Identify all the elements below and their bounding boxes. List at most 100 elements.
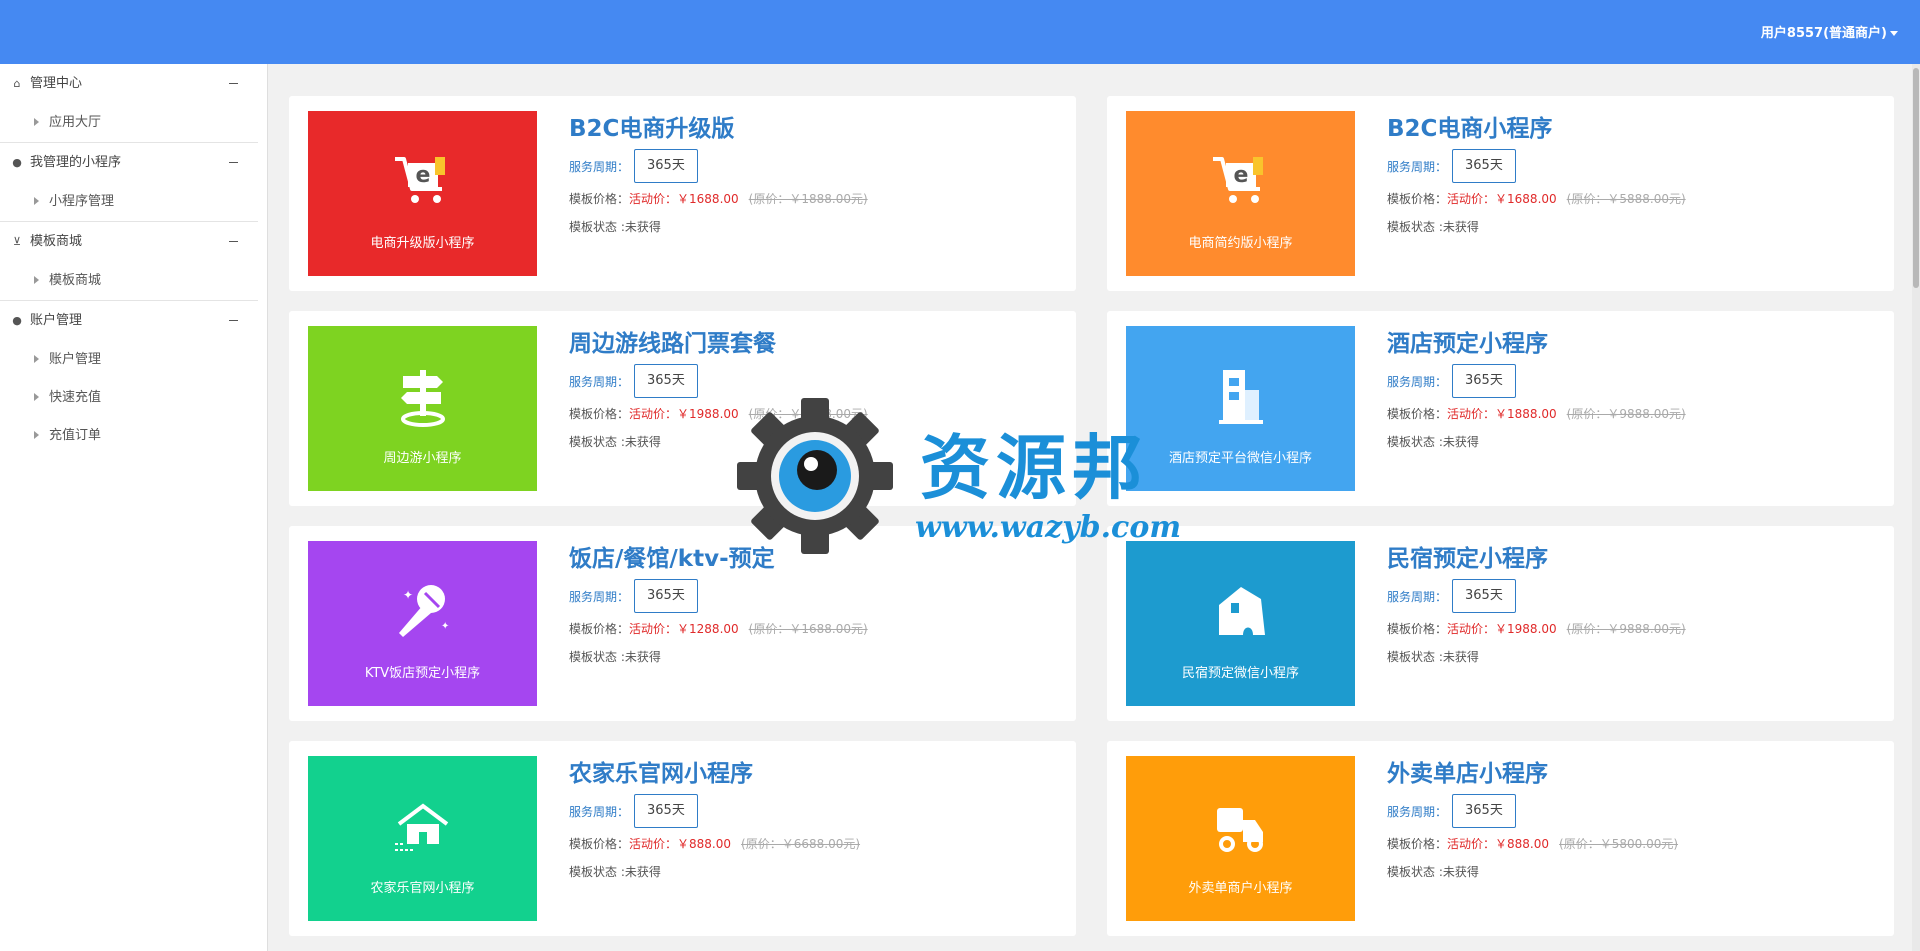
template-status: 模板状态 :未获得: [1387, 218, 1884, 235]
period-label: 服务周期：: [1387, 374, 1448, 389]
sidebar-group-label: 模板商城: [30, 234, 83, 249]
user-icon: ●: [12, 314, 22, 327]
status-value: 未获得: [624, 435, 661, 449]
template-status: 模板状态 :未获得: [1387, 433, 1884, 450]
template-thumbnail[interactable]: e 电商简约版小程序: [1126, 111, 1355, 276]
collapse-icon[interactable]: [229, 83, 238, 84]
collapse-icon[interactable]: [229, 320, 238, 321]
period-option-button[interactable]: 365天: [1452, 364, 1516, 398]
guesthouse-icon: [1126, 579, 1355, 647]
service-period: 服务周期： 365天: [569, 579, 1066, 615]
template-title[interactable]: 酒店预定小程序: [1387, 329, 1884, 359]
period-option-button[interactable]: 365天: [634, 149, 698, 183]
sidebar-group-header[interactable]: ● 我管理的小程序: [0, 143, 258, 183]
template-title[interactable]: B2C电商小程序: [1387, 114, 1884, 144]
template-title[interactable]: 周边游线路门票套餐: [569, 329, 1066, 359]
thumbnail-label: 外卖单商户小程序: [1188, 881, 1293, 896]
template-status: 模板状态 :未获得: [569, 218, 1066, 235]
template-thumbnail[interactable]: 酒店预定平台微信小程序: [1126, 326, 1355, 491]
service-period: 服务周期： 365天: [569, 364, 1066, 400]
price-label: 模板价格：: [1387, 407, 1448, 421]
template-card: ✦ ✦ KTV饭店预定小程序 饭店/餐馆/ktv-预定 服务周期： 365天 模板价格：活动…: [289, 526, 1076, 721]
template-card: 民宿预定微信小程序 民宿预定小程序 服务周期： 365天 模板价格：活动价：￥1988.…: [1107, 526, 1894, 721]
template-title[interactable]: 饭店/餐馆/ktv-预定: [569, 544, 1066, 574]
template-title[interactable]: 民宿预定小程序: [1387, 544, 1884, 574]
template-card: 酒店预定平台微信小程序 酒店预定小程序服务周期： 365天模板价格：活动价：￥188…: [1107, 311, 1894, 506]
sidebar-group: ● 我管理的小程序 小程序管理: [0, 143, 258, 222]
original-price: (原价：￥2888.00元): [748, 407, 868, 421]
service-period: 服务周期： 365天: [1387, 579, 1884, 615]
original-price: (原价：￥1688.00元): [748, 622, 868, 636]
sidebar-item[interactable]: 账户管理: [0, 341, 258, 379]
template-thumbnail[interactable]: 周边游小程序: [308, 326, 537, 491]
status-value: 未获得: [1442, 220, 1479, 234]
template-title[interactable]: 外卖单店小程序: [1387, 759, 1884, 789]
thumbnail-label: 民宿预定微信小程序: [1181, 666, 1299, 681]
signpost-icon: [308, 364, 537, 432]
template-thumbnail[interactable]: e 电商升级版小程序: [308, 111, 537, 276]
page-scrollbar[interactable]: [1912, 64, 1920, 951]
activity-price: ￥1988.00: [1495, 622, 1557, 636]
caret-right-icon: [34, 275, 39, 284]
original-price: (原价：￥9888.00元): [1566, 622, 1686, 636]
service-period: 服务周期： 365天: [1387, 149, 1884, 185]
period-label: 服务周期：: [569, 374, 630, 389]
home-icon: ⌂: [13, 77, 21, 90]
activity-label: 活动价：: [629, 622, 678, 636]
sidebar-item[interactable]: 应用大厅: [0, 104, 258, 142]
collapse-icon[interactable]: [229, 241, 238, 242]
caret-right-icon: [34, 430, 39, 439]
sidebar-item-label: 模板商城: [49, 273, 102, 288]
thumbnail-label: 电商简约版小程序: [1188, 236, 1293, 251]
thumbnail-label: 周边游小程序: [383, 451, 462, 466]
period-label: 服务周期：: [1387, 589, 1448, 604]
period-label: 服务周期：: [569, 589, 630, 604]
template-card: e 电商升级版小程序 B2C电商升级版 服务周期： 365天 模板价格：活动价：￥1688…: [289, 96, 1076, 291]
caret-right-icon: [34, 117, 39, 126]
collapse-icon[interactable]: [229, 162, 238, 163]
template-thumbnail[interactable]: 外卖单商户小程序: [1126, 756, 1355, 921]
template-price: 模板价格：活动价：￥1988.00 (原价：￥9888.00元): [1387, 620, 1884, 638]
delivery-icon: [1126, 794, 1355, 862]
sidebar-group-header[interactable]: ⌂ 管理中心: [0, 64, 258, 104]
period-option-button[interactable]: 365天: [634, 579, 698, 613]
scrollbar-thumb[interactable]: [1913, 68, 1919, 288]
template-price: 模板价格：活动价：￥1688.00 (原价：￥5888.00元): [1387, 190, 1884, 208]
sidebar-item-label: 应用大厅: [49, 115, 102, 130]
template-price: 模板价格：活动价：￥1288.00 (原价：￥1688.00元): [569, 620, 1066, 638]
status-label: 模板状态 :: [1387, 435, 1443, 449]
template-status: 模板状态 :未获得: [1387, 863, 1884, 880]
activity-price: ￥888.00: [677, 837, 732, 851]
price-label: 模板价格：: [1387, 622, 1448, 636]
template-title[interactable]: 农家乐官网小程序: [569, 759, 1066, 789]
template-title[interactable]: B2C电商升级版: [569, 114, 1066, 144]
template-status: 模板状态 :未获得: [569, 863, 1066, 880]
sidebar-group-label: 管理中心: [30, 76, 83, 91]
sidebar-item[interactable]: 快速充值: [0, 379, 258, 417]
period-option-button[interactable]: 365天: [1452, 794, 1516, 828]
template-price: 模板价格：活动价：￥888.00 (原价：￥5800.00元): [1387, 835, 1884, 853]
sidebar-item[interactable]: 模板商城: [0, 262, 258, 300]
template-thumbnail[interactable]: ✦ ✦ KTV饭店预定小程序: [308, 541, 537, 706]
sidebar-item[interactable]: 小程序管理: [0, 183, 258, 221]
template-price: 模板价格：活动价：￥1888.00 (原价：￥9888.00元): [1387, 405, 1884, 423]
activity-label: 活动价：: [1447, 622, 1496, 636]
hotel-icon: [1126, 364, 1355, 432]
price-label: 模板价格：: [569, 622, 630, 636]
period-option-button[interactable]: 365天: [634, 794, 698, 828]
sidebar-group-header[interactable]: ● 账户管理: [0, 301, 258, 341]
period-option-button[interactable]: 365天: [1452, 579, 1516, 613]
period-option-button[interactable]: 365天: [634, 364, 698, 398]
thumbnail-label: 酒店预定平台微信小程序: [1168, 451, 1312, 466]
original-price: (原价：￥5800.00元): [1559, 837, 1679, 851]
period-option-button[interactable]: 365天: [1452, 149, 1516, 183]
template-status: 模板状态 :未获得: [569, 433, 1066, 450]
template-thumbnail[interactable]: 民宿预定微信小程序: [1126, 541, 1355, 706]
template-thumbnail[interactable]: 农家乐官网小程序: [308, 756, 537, 921]
user-menu[interactable]: 用户8557(普通商户): [1761, 22, 1898, 41]
status-label: 模板状态 :: [1387, 865, 1443, 879]
sidebar-item[interactable]: 充值订单: [0, 417, 258, 455]
sidebar-group-header[interactable]: ⊻ 模板商城: [0, 222, 258, 262]
status-value: 未获得: [624, 220, 661, 234]
caret-down-icon: [1890, 31, 1898, 36]
